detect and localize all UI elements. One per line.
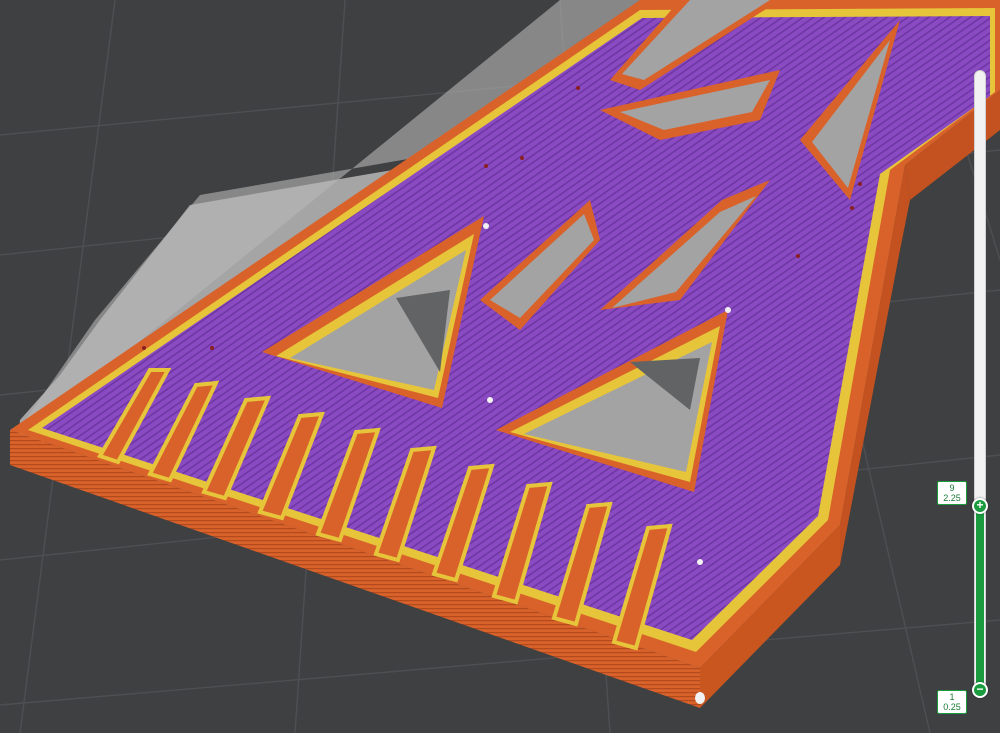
3d-preview-viewport[interactable]: + − 9 2.25 1 0.25: [0, 0, 1000, 733]
bottom-layer-height: 0.25: [943, 702, 961, 712]
plus-icon: +: [976, 498, 984, 512]
top-layer-height: 2.25: [943, 493, 961, 503]
layer-slider-range: [976, 506, 984, 690]
bottom-layer-number: 1: [949, 692, 955, 702]
layer-slider-bottom-thumb[interactable]: −: [972, 682, 988, 698]
gcode-preview-scene[interactable]: [0, 0, 1000, 733]
top-layer-label: 9 2.25: [937, 481, 967, 505]
top-layer-number: 9: [949, 483, 955, 493]
layer-slider-top-thumb[interactable]: +: [972, 498, 988, 514]
layer-slider[interactable]: + −: [972, 70, 988, 702]
bottom-layer-label: 1 0.25: [937, 690, 967, 714]
minus-icon: −: [976, 682, 984, 696]
